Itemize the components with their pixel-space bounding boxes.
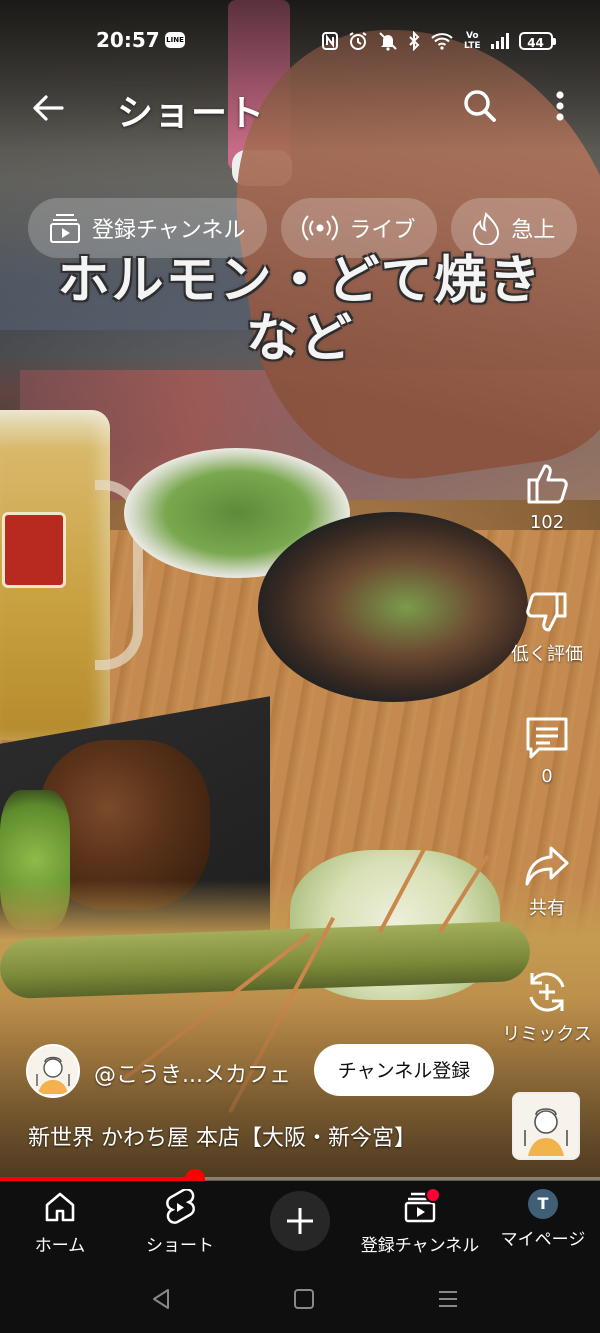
video-doteyaki-bowl	[258, 512, 528, 702]
chip-label: 登録チャンネル	[92, 218, 246, 243]
back-button[interactable]	[28, 88, 68, 128]
shorts-filter-chips: 登録チャンネル ライブ 急上	[28, 198, 600, 258]
video-title[interactable]: 新世界 かわち屋 本店【大阪・新今宮】	[28, 1120, 416, 1152]
subscribe-button[interactable]: チャンネル登録	[314, 1044, 494, 1096]
signal-icon	[490, 33, 509, 49]
shorts-icon	[166, 1189, 195, 1224]
status-bar: 20:57 LINE Vo LTE 44	[0, 24, 600, 58]
share-button[interactable]: 共有	[498, 842, 596, 920]
sound-thumbnail[interactable]	[512, 1092, 580, 1160]
home-icon	[45, 1192, 75, 1222]
nav-subscriptions[interactable]: 登録チャンネル	[360, 1187, 480, 1256]
chip-label: ライブ	[349, 218, 416, 243]
bluetooth-icon	[409, 31, 420, 51]
dislike-button[interactable]: 低く評価	[498, 588, 596, 666]
bottom-navigation: ホーム ショート 登録チャンネル T マイページ	[0, 1181, 600, 1271]
chef-illustration-icon	[524, 1108, 568, 1156]
video-beer-logo	[2, 512, 66, 588]
channel-row: @こうき...メカフェ チャンネル登録	[26, 1044, 496, 1098]
trending-icon	[473, 211, 500, 245]
alarm-icon	[349, 32, 367, 50]
system-navigation-bar	[0, 1271, 600, 1333]
line-app-icon: LINE	[165, 32, 185, 48]
share-label: 共有	[529, 898, 565, 919]
like-button[interactable]: 102	[498, 460, 596, 533]
thumbs-up-icon	[527, 464, 568, 504]
remix-button[interactable]: リミックス	[498, 968, 596, 1046]
more-vertical-icon	[556, 91, 564, 121]
system-recents-icon[interactable]	[437, 1287, 459, 1311]
page-title: ショート	[117, 93, 266, 134]
account-avatar: T	[528, 1189, 558, 1219]
live-icon	[302, 215, 339, 241]
arrow-left-icon	[33, 95, 64, 121]
subscriptions-icon	[50, 214, 80, 243]
notification-dot	[425, 1187, 441, 1203]
share-icon	[525, 846, 569, 886]
channel-avatar[interactable]	[26, 1044, 80, 1098]
nav-subscriptions-label: 登録チャンネル	[360, 1236, 480, 1256]
chef-illustration-icon	[36, 1056, 70, 1094]
status-icons: Vo LTE 44	[322, 30, 556, 52]
chip-subscriptions[interactable]: 登録チャンネル	[28, 198, 268, 258]
system-home-icon[interactable]	[293, 1287, 315, 1311]
thumbs-down-icon	[526, 592, 567, 632]
caption-line-2: など	[245, 309, 354, 369]
remix-label: リミックス	[502, 1024, 592, 1045]
status-time: 20:57	[96, 28, 160, 52]
create-button[interactable]	[270, 1191, 330, 1251]
comment-icon	[526, 717, 568, 759]
comments-button[interactable]: 0	[498, 714, 596, 787]
video-caption-overlay: ホルモン・どて焼き など	[0, 252, 600, 368]
chip-trending[interactable]: 急上	[451, 198, 578, 258]
mute-icon	[379, 32, 397, 51]
nav-home[interactable]: ホーム	[30, 1189, 90, 1256]
search-icon	[464, 90, 496, 122]
battery-indicator: 44	[518, 32, 556, 50]
system-back-icon[interactable]	[150, 1287, 172, 1311]
nav-shorts-label: ショート	[146, 1236, 214, 1256]
nav-shorts[interactable]: ショート	[140, 1189, 220, 1256]
caption-line-1: ホルモン・どて焼き	[57, 251, 543, 311]
nav-home-label: ホーム	[34, 1236, 86, 1256]
volte-icon: Vo LTE	[464, 31, 481, 51]
search-button[interactable]	[460, 86, 500, 126]
chip-live[interactable]: ライブ	[281, 198, 438, 258]
shorts-header: ショート	[0, 80, 600, 136]
nav-account[interactable]: T マイページ	[498, 1189, 588, 1250]
channel-handle[interactable]: @こうき...メカフェ	[94, 1057, 291, 1089]
chip-label: 急上	[511, 218, 556, 243]
remix-icon	[529, 972, 565, 1012]
like-count: 102	[529, 512, 565, 533]
dislike-label: 低く評価	[511, 644, 583, 665]
comment-count: 0	[541, 766, 553, 787]
more-options-button[interactable]	[545, 86, 575, 126]
nav-account-label: マイページ	[500, 1230, 586, 1250]
plus-icon	[287, 1208, 313, 1234]
wifi-icon	[431, 33, 453, 50]
nfc-icon	[322, 32, 338, 50]
